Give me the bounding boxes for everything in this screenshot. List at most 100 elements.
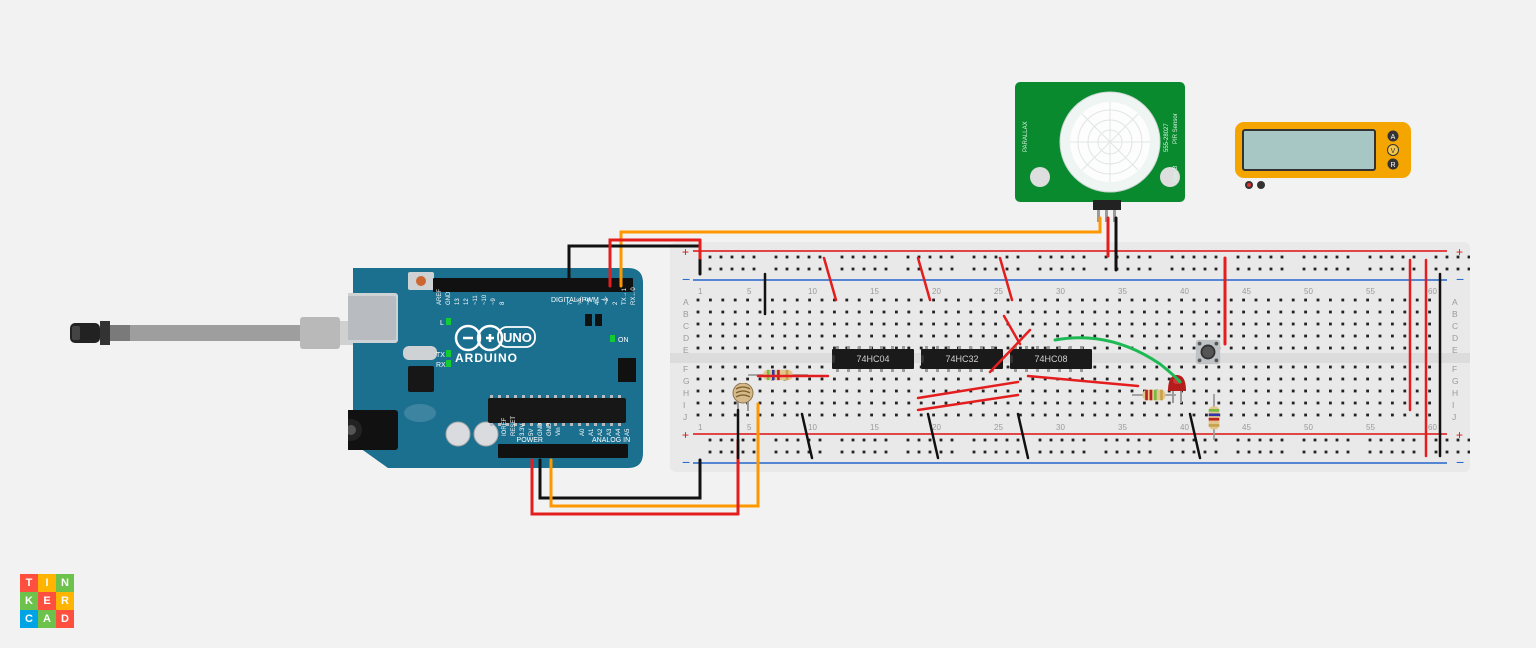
- svg-text:20: 20: [932, 423, 941, 432]
- svg-text:J: J: [683, 412, 687, 422]
- led-red[interactable]: [1166, 373, 1188, 403]
- svg-text:A: A: [1391, 134, 1396, 141]
- resistor-ldr[interactable]: [748, 368, 808, 382]
- svg-text:3.3V: 3.3V: [520, 424, 526, 436]
- svg-text:Rev B: Rev B: [1173, 166, 1179, 182]
- svg-text:POWER: POWER: [517, 437, 543, 444]
- svg-text:10: 10: [808, 423, 817, 432]
- svg-text:E: E: [683, 345, 689, 355]
- svg-text:GND: GND: [547, 422, 553, 436]
- svg-text:+: +: [682, 428, 689, 442]
- svg-text:C: C: [683, 321, 689, 331]
- pir-sensor[interactable]: PARALLAX 555-28027 PIR Sensor Rev B: [1015, 82, 1185, 222]
- canvas[interactable]: UNO ARDUINO L TX RX ON DIGITAL (PWM ~) P…: [0, 0, 1536, 648]
- svg-text:F: F: [683, 364, 688, 374]
- svg-text:30: 30: [1056, 423, 1065, 432]
- svg-text:A3: A3: [607, 428, 613, 436]
- svg-text:15: 15: [870, 423, 879, 432]
- svg-text:~11: ~11: [473, 295, 479, 305]
- svg-text:25: 25: [994, 287, 1003, 296]
- svg-text:GND: GND: [538, 422, 544, 436]
- svg-text:40: 40: [1180, 423, 1189, 432]
- svg-text:45: 45: [1242, 423, 1251, 432]
- ic-74hc04[interactable]: 74HC04: [832, 346, 914, 372]
- multimeter-mode-icons: A V R: [1388, 131, 1399, 170]
- svg-text:55: 55: [1366, 423, 1375, 432]
- svg-text:A0: A0: [580, 428, 586, 436]
- svg-text:TX→1: TX→1: [622, 287, 628, 305]
- svg-text:1: 1: [698, 423, 703, 432]
- svg-text:A4: A4: [616, 428, 622, 436]
- svg-text:RESET: RESET: [511, 416, 517, 436]
- svg-text:IOREF: IOREF: [502, 417, 508, 436]
- svg-text:RX: RX: [436, 362, 446, 369]
- svg-text:~6: ~6: [577, 297, 583, 305]
- svg-text:55: 55: [1366, 287, 1375, 296]
- svg-text:45: 45: [1242, 287, 1251, 296]
- svg-text:12: 12: [464, 298, 470, 305]
- svg-text:ON: ON: [618, 337, 629, 344]
- svg-text:A5: A5: [625, 428, 631, 436]
- svg-text:RX←0: RX←0: [631, 287, 637, 305]
- svg-text:13: 13: [455, 298, 461, 305]
- svg-text:GND: GND: [446, 291, 452, 305]
- svg-text:G: G: [1452, 376, 1459, 386]
- svg-text:C: C: [1452, 321, 1458, 331]
- svg-text:5V: 5V: [529, 429, 535, 436]
- svg-text:B: B: [683, 309, 689, 319]
- svg-text:PARALLAX: PARALLAX: [1023, 121, 1029, 152]
- svg-text:H: H: [1452, 388, 1458, 398]
- svg-text:50: 50: [1304, 287, 1313, 296]
- svg-text:74HC08: 74HC08: [1034, 354, 1067, 364]
- svg-text:Vin: Vin: [556, 427, 562, 436]
- svg-text:74HC04: 74HC04: [856, 354, 889, 364]
- svg-text:~10: ~10: [482, 294, 488, 305]
- svg-text:−: −: [682, 271, 690, 287]
- svg-text:E: E: [1452, 345, 1458, 355]
- svg-text:~9: ~9: [491, 297, 497, 305]
- svg-text:A1: A1: [589, 428, 595, 436]
- svg-text:−: −: [682, 454, 690, 470]
- resistor-button[interactable]: [1207, 394, 1221, 440]
- svg-text:I: I: [683, 400, 685, 410]
- svg-text:20: 20: [932, 287, 941, 296]
- svg-text:−: −: [1456, 454, 1464, 470]
- svg-text:J: J: [1452, 412, 1456, 422]
- svg-text:25: 25: [994, 423, 1003, 432]
- svg-text:H: H: [683, 388, 689, 398]
- svg-text:35: 35: [1118, 423, 1127, 432]
- svg-text:60: 60: [1428, 423, 1437, 432]
- photoresistor[interactable]: [732, 383, 754, 411]
- svg-text:~5: ~5: [586, 297, 592, 305]
- svg-text:+: +: [682, 245, 689, 259]
- svg-text:5: 5: [747, 423, 752, 432]
- ic-74hc08[interactable]: 74HC08: [1010, 346, 1092, 372]
- svg-text:1: 1: [698, 287, 703, 296]
- svg-text:D: D: [1452, 333, 1458, 343]
- multimeter[interactable]: A V R: [1235, 122, 1415, 202]
- svg-text:TX: TX: [436, 352, 445, 359]
- svg-text:555-28027: 555-28027: [1164, 123, 1170, 152]
- svg-text:G: G: [683, 376, 690, 386]
- svg-text:40: 40: [1180, 287, 1189, 296]
- svg-text:A: A: [683, 297, 689, 307]
- usb-cable[interactable]: [70, 303, 370, 363]
- tinkercad-logo: TINKERCAD: [20, 574, 74, 628]
- pushbutton[interactable]: [1194, 338, 1222, 366]
- svg-text:30: 30: [1056, 287, 1065, 296]
- svg-text:PIR Sensor: PIR Sensor: [1173, 113, 1179, 144]
- svg-text:AREF: AREF: [437, 289, 443, 305]
- svg-text:F: F: [1452, 364, 1457, 374]
- svg-text:35: 35: [1118, 287, 1127, 296]
- svg-text:5: 5: [747, 287, 752, 296]
- arduino-uno[interactable]: UNO ARDUINO L TX RX ON DIGITAL (PWM ~) P…: [348, 258, 648, 478]
- ic-74hc32[interactable]: 74HC32: [921, 346, 1003, 372]
- svg-text:R: R: [1390, 162, 1395, 169]
- svg-text:D: D: [683, 333, 689, 343]
- svg-text:I: I: [1452, 400, 1454, 410]
- svg-text:50: 50: [1304, 423, 1313, 432]
- svg-text:10: 10: [808, 287, 817, 296]
- svg-text:ARDUINO: ARDUINO: [455, 351, 518, 365]
- svg-text:B: B: [1452, 309, 1458, 319]
- svg-text:A: A: [1452, 297, 1458, 307]
